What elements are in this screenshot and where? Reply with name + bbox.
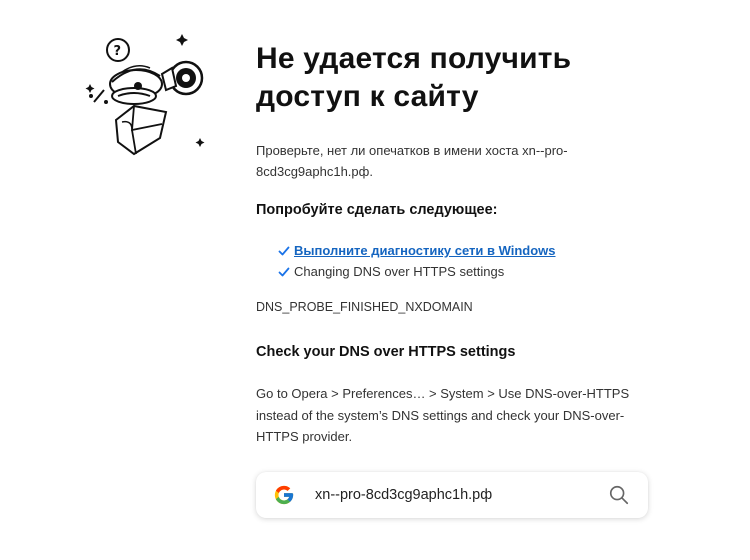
error-content: Не удается получить доступ к сайту Прове… [256,40,656,444]
search-icon[interactable] [608,484,630,506]
dns-instructions: Go to Opera > Preferences… > System > Us… [256,386,630,444]
dns-settings-suggestion: Changing DNS over HTTPS settings [294,264,505,279]
suggestions-list: Выполните диагностику сети в Windows Cha… [278,240,556,282]
suggestion-item: Changing DNS over HTTPS settings [278,261,556,282]
checkmark-icon [278,267,290,276]
astronaut-illustration: ? [85,34,205,156]
checkmark-icon [278,246,290,255]
dns-heading: Check your DNS over HTTPS settings [256,344,516,360]
try-heading: Попробуйте сделать следующее: [256,202,498,218]
search-input[interactable]: xn--pro-8cd3cg9aphc1h.рф [315,487,608,503]
google-icon [274,485,294,505]
svg-text:?: ? [114,44,122,59]
error-page: ? Не удается получить доступ к сайту Про… [0,0,750,560]
hostname-hint: Проверьте, нет ли опечатков в имени хост… [256,143,568,179]
network-diagnostics-link[interactable]: Выполните диагностику сети в Windows [294,243,556,258]
error-code: DNS_PROBE_FINISHED_NXDOMAIN [256,300,473,314]
suggestion-item: Выполните диагностику сети в Windows [278,240,556,261]
page-title: Не удается получить доступ к сайту [256,42,572,113]
search-box[interactable]: xn--pro-8cd3cg9aphc1h.рф [256,472,648,518]
